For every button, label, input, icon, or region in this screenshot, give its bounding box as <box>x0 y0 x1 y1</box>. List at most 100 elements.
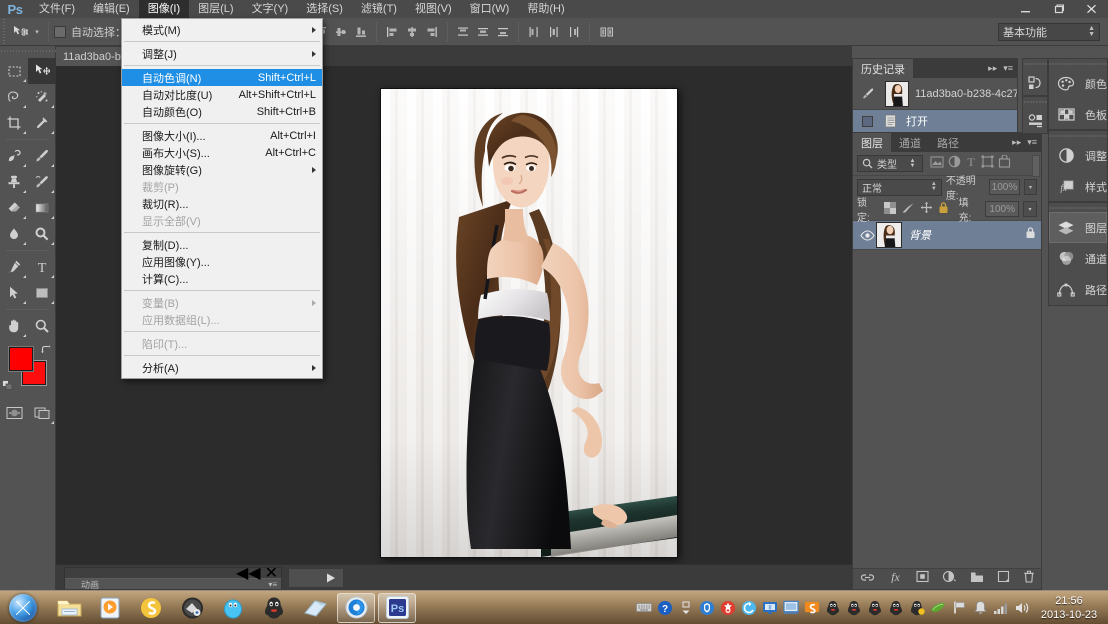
help-icon[interactable]: ? <box>657 600 673 616</box>
animation-play-button[interactable] <box>288 568 344 588</box>
action-center-icon[interactable] <box>972 600 988 616</box>
menu-item-mode[interactable]: 模式(M) <box>122 21 322 38</box>
clock[interactable]: 21:56 2013-10-23 <box>1034 594 1108 622</box>
lock-position-icon[interactable] <box>920 201 933 217</box>
menu-edit[interactable]: 编辑(E) <box>84 0 139 18</box>
menu-item-auto-tone[interactable]: 自动色调(N) Shift+Ctrl+L <box>122 69 322 86</box>
fill-input[interactable]: 100% <box>985 201 1020 217</box>
menu-window[interactable]: 窗口(W) <box>461 0 519 18</box>
move-tool-icon[interactable] <box>9 21 31 43</box>
image-menu-dropdown[interactable]: 模式(M) 调整(J) 自动色调(N) Shift+Ctrl+L 自动对比度(U… <box>121 18 323 379</box>
link-layers-icon[interactable] <box>860 570 875 588</box>
panel-menu-icon[interactable]: ▾≡ <box>1003 63 1013 74</box>
panel-grip[interactable] <box>1023 97 1047 106</box>
align-right-edges-icon[interactable] <box>422 22 442 42</box>
menu-item-canvas-size[interactable]: 画布大小(S)... Alt+Ctrl+C <box>122 144 322 161</box>
sogou-tray-icon[interactable] <box>804 600 820 616</box>
layer-name[interactable]: 背景 <box>909 227 931 243</box>
menu-item-duplicate[interactable]: 复制(D)... <box>122 236 322 253</box>
history-state-checkbox[interactable] <box>862 115 873 127</box>
taskbar-item-browser-window[interactable] <box>337 592 375 623</box>
toolbox-grip[interactable] <box>0 46 56 57</box>
taskbar-item-game[interactable] <box>173 593 211 623</box>
dock-item-layers[interactable]: 图层 <box>1049 212 1107 243</box>
new-group-icon[interactable] <box>970 570 984 588</box>
taskbar-item-explorer[interactable] <box>50 593 88 623</box>
start-button[interactable] <box>0 591 46 624</box>
rectangular-marquee-tool[interactable] <box>0 58 28 84</box>
menu-file[interactable]: 文件(F) <box>30 0 84 18</box>
menu-select[interactable]: 选择(S) <box>297 0 352 18</box>
display-icon[interactable] <box>783 600 799 616</box>
collapse-icon[interactable]: ▸▸ <box>988 63 997 74</box>
shape-layer-filter-icon[interactable] <box>981 155 994 173</box>
new-layer-icon[interactable] <box>997 570 1010 588</box>
collapse-icon[interactable]: ◀◀ <box>236 563 261 583</box>
workspace-selector[interactable]: 基本功能 ▲ ▼ <box>998 23 1100 41</box>
qq-tray-icon-4[interactable] <box>888 600 904 616</box>
opacity-input[interactable]: 100% <box>988 179 1021 195</box>
path-selection-tool[interactable] <box>0 280 28 306</box>
actions-panel-icon[interactable] <box>1023 106 1047 135</box>
close-button[interactable] <box>1075 0 1108 18</box>
network-icon[interactable] <box>993 600 1009 616</box>
menu-item-auto-color[interactable]: 自动颜色(O) Shift+Ctrl+B <box>122 103 322 120</box>
tool-preset-caret-icon[interactable]: ▾ <box>31 21 43 43</box>
leaf-icon[interactable] <box>930 600 946 616</box>
menu-item-analysis[interactable]: 分析(A) <box>122 359 322 376</box>
updater-icon[interactable] <box>741 600 757 616</box>
qq-tray-icon-5[interactable] <box>909 600 925 616</box>
tab-paths[interactable]: 路径 <box>929 133 967 152</box>
menu-item-auto-contrast[interactable]: 自动对比度(U) Alt+Shift+Ctrl+L <box>122 86 322 103</box>
panel-grip[interactable] <box>1023 59 1047 68</box>
collapse-icon[interactable]: ▸▸ <box>1012 137 1021 148</box>
restore-button[interactable] <box>1042 0 1075 18</box>
distribute-right-icon[interactable] <box>564 22 584 42</box>
menu-item-apply-image[interactable]: 应用图像(Y)... <box>122 253 322 270</box>
menu-item-image-rotation[interactable]: 图像旋转(G) <box>122 161 322 178</box>
history-snapshot-row[interactable]: 11ad3ba0-b238-4c27-b3... <box>853 78 1017 110</box>
menu-view[interactable]: 视图(V) <box>406 0 461 18</box>
horizontal-type-tool[interactable]: T <box>28 254 56 280</box>
spot-healing-brush-tool[interactable] <box>0 143 28 169</box>
align-horizontal-centers-icon[interactable] <box>402 22 422 42</box>
auto-align-layers-icon[interactable] <box>595 22 619 42</box>
add-layer-mask-icon[interactable] <box>915 570 929 588</box>
distribute-top-icon[interactable] <box>453 22 473 42</box>
dock-item-channels[interactable]: 通道 <box>1049 243 1107 274</box>
foreground-color-swatch[interactable] <box>9 347 33 371</box>
volume-icon[interactable] <box>1014 600 1030 616</box>
security-shield-icon[interactable] <box>720 600 736 616</box>
pen-tool[interactable] <box>0 254 28 280</box>
delete-layer-icon[interactable] <box>1023 570 1035 588</box>
distribute-vertical-center-icon[interactable] <box>473 22 493 42</box>
blend-mode-selector[interactable]: 正常 ▲ ▼ <box>857 178 942 196</box>
panel-menu-icon[interactable]: ▾≡ <box>268 580 281 589</box>
distribute-horizontal-center-icon[interactable] <box>544 22 564 42</box>
menu-item-adjustments[interactable]: 调整(J) <box>122 45 322 62</box>
layer-kind-selector[interactable]: 类型 ▲ ▼ <box>857 155 923 172</box>
layer-row-background[interactable]: 背景 <box>853 220 1041 250</box>
tab-channels[interactable]: 通道 <box>891 133 929 152</box>
clone-stamp-tool[interactable] <box>0 169 28 195</box>
adjustment-layer-filter-icon[interactable] <box>948 155 961 173</box>
options-bar-grip[interactable] <box>0 17 9 46</box>
brush-tool[interactable] <box>28 143 56 169</box>
new-adjustment-layer-icon[interactable] <box>942 570 957 588</box>
taskbar-item-browser[interactable] <box>214 593 252 623</box>
monitor-icon[interactable]: II <box>762 600 778 616</box>
auto-select-checkbox[interactable] <box>54 25 66 38</box>
fill-dropdown-icon[interactable]: ▾ <box>1023 201 1037 217</box>
taskbar-item-media-player[interactable] <box>91 593 129 623</box>
distribute-bottom-icon[interactable] <box>493 22 513 42</box>
tab-layers[interactable]: 图层 <box>853 133 891 152</box>
distribute-left-icon[interactable] <box>524 22 544 42</box>
blur-tool[interactable] <box>0 221 28 247</box>
history-brush-source-icon[interactable] <box>861 87 875 101</box>
zoom-tool[interactable] <box>28 313 56 339</box>
eyedropper-tool[interactable] <box>28 110 56 136</box>
menu-item-trim[interactable]: 裁切(R)... <box>122 195 322 212</box>
dock-item-adjustments[interactable]: 调整 <box>1049 140 1107 171</box>
qq-tray-icon-2[interactable] <box>846 600 862 616</box>
dock-item-color[interactable]: 颜色 <box>1049 68 1107 99</box>
